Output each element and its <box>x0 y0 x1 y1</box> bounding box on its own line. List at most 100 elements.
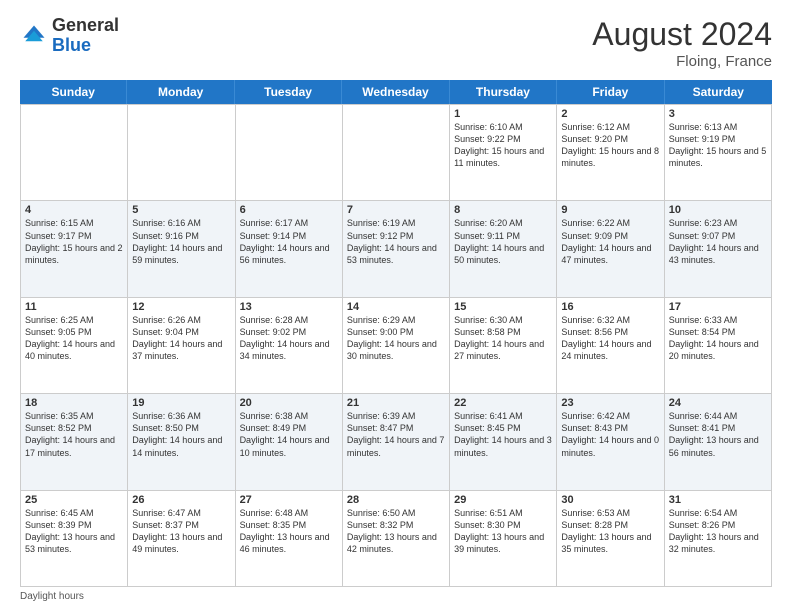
cell-info-text: Sunrise: 6:28 AMSunset: 9:02 PMDaylight:… <box>240 314 338 363</box>
calendar-cell-22: 22Sunrise: 6:41 AMSunset: 8:45 PMDayligh… <box>450 394 557 490</box>
cell-info-text: Sunrise: 6:35 AMSunset: 8:52 PMDaylight:… <box>25 410 123 459</box>
cell-date-number: 26 <box>132 494 230 506</box>
cell-info-text: Sunrise: 6:33 AMSunset: 8:54 PMDaylight:… <box>669 314 767 363</box>
header-day-wednesday: Wednesday <box>342 80 449 104</box>
cell-info-text: Sunrise: 6:26 AMSunset: 9:04 PMDaylight:… <box>132 314 230 363</box>
cell-info-text: Sunrise: 6:42 AMSunset: 8:43 PMDaylight:… <box>561 410 659 459</box>
calendar-cell-empty-0-1 <box>128 105 235 201</box>
calendar-cell-26: 26Sunrise: 6:47 AMSunset: 8:37 PMDayligh… <box>128 491 235 587</box>
page: General Blue August 2024 Floing, France … <box>0 0 792 612</box>
calendar-cell-24: 24Sunrise: 6:44 AMSunset: 8:41 PMDayligh… <box>665 394 772 490</box>
cell-info-text: Sunrise: 6:36 AMSunset: 8:50 PMDaylight:… <box>132 410 230 459</box>
footer-note: Daylight hours <box>20 591 772 602</box>
cell-date-number: 14 <box>347 301 445 313</box>
cell-date-number: 21 <box>347 397 445 409</box>
cell-date-number: 23 <box>561 397 659 409</box>
cell-date-number: 11 <box>25 301 123 313</box>
cell-date-number: 25 <box>25 494 123 506</box>
cell-date-number: 2 <box>561 108 659 120</box>
cell-date-number: 15 <box>454 301 552 313</box>
calendar-body: 1Sunrise: 6:10 AMSunset: 9:22 PMDaylight… <box>20 104 772 587</box>
cell-date-number: 20 <box>240 397 338 409</box>
header-day-sunday: Sunday <box>20 80 127 104</box>
cell-info-text: Sunrise: 6:13 AMSunset: 9:19 PMDaylight:… <box>669 121 767 170</box>
calendar-cell-11: 11Sunrise: 6:25 AMSunset: 9:05 PMDayligh… <box>21 298 128 394</box>
logo-general: General <box>52 15 119 35</box>
calendar-cell-10: 10Sunrise: 6:23 AMSunset: 9:07 PMDayligh… <box>665 201 772 297</box>
header-day-saturday: Saturday <box>665 80 772 104</box>
calendar-header: SundayMondayTuesdayWednesdayThursdayFrid… <box>20 80 772 104</box>
calendar-cell-6: 6Sunrise: 6:17 AMSunset: 9:14 PMDaylight… <box>236 201 343 297</box>
cell-info-text: Sunrise: 6:10 AMSunset: 9:22 PMDaylight:… <box>454 121 552 170</box>
logo-icon <box>20 22 48 50</box>
cell-info-text: Sunrise: 6:32 AMSunset: 8:56 PMDaylight:… <box>561 314 659 363</box>
cell-date-number: 3 <box>669 108 767 120</box>
cell-info-text: Sunrise: 6:17 AMSunset: 9:14 PMDaylight:… <box>240 217 338 266</box>
cell-info-text: Sunrise: 6:44 AMSunset: 8:41 PMDaylight:… <box>669 410 767 459</box>
cell-info-text: Sunrise: 6:22 AMSunset: 9:09 PMDaylight:… <box>561 217 659 266</box>
calendar-cell-27: 27Sunrise: 6:48 AMSunset: 8:35 PMDayligh… <box>236 491 343 587</box>
header-day-thursday: Thursday <box>450 80 557 104</box>
location: Floing, France <box>592 53 772 70</box>
calendar-cell-17: 17Sunrise: 6:33 AMSunset: 8:54 PMDayligh… <box>665 298 772 394</box>
calendar-cell-2: 2Sunrise: 6:12 AMSunset: 9:20 PMDaylight… <box>557 105 664 201</box>
cell-info-text: Sunrise: 6:50 AMSunset: 8:32 PMDaylight:… <box>347 507 445 556</box>
cell-date-number: 27 <box>240 494 338 506</box>
cell-date-number: 6 <box>240 204 338 216</box>
cell-info-text: Sunrise: 6:53 AMSunset: 8:28 PMDaylight:… <box>561 507 659 556</box>
logo-blue: Blue <box>52 35 91 55</box>
calendar-cell-15: 15Sunrise: 6:30 AMSunset: 8:58 PMDayligh… <box>450 298 557 394</box>
calendar-cell-13: 13Sunrise: 6:28 AMSunset: 9:02 PMDayligh… <box>236 298 343 394</box>
calendar-cell-empty-0-3 <box>343 105 450 201</box>
cell-date-number: 18 <box>25 397 123 409</box>
month-year: August 2024 <box>592 16 772 53</box>
logo-text: General Blue <box>52 16 119 56</box>
calendar-cell-25: 25Sunrise: 6:45 AMSunset: 8:39 PMDayligh… <box>21 491 128 587</box>
cell-date-number: 4 <box>25 204 123 216</box>
cell-info-text: Sunrise: 6:41 AMSunset: 8:45 PMDaylight:… <box>454 410 552 459</box>
cell-info-text: Sunrise: 6:15 AMSunset: 9:17 PMDaylight:… <box>25 217 123 266</box>
cell-date-number: 7 <box>347 204 445 216</box>
cell-date-number: 16 <box>561 301 659 313</box>
calendar-row-2: 4Sunrise: 6:15 AMSunset: 9:17 PMDaylight… <box>21 201 772 297</box>
calendar-cell-20: 20Sunrise: 6:38 AMSunset: 8:49 PMDayligh… <box>236 394 343 490</box>
calendar-cell-31: 31Sunrise: 6:54 AMSunset: 8:26 PMDayligh… <box>665 491 772 587</box>
calendar-row-4: 18Sunrise: 6:35 AMSunset: 8:52 PMDayligh… <box>21 394 772 490</box>
cell-info-text: Sunrise: 6:12 AMSunset: 9:20 PMDaylight:… <box>561 121 659 170</box>
cell-info-text: Sunrise: 6:47 AMSunset: 8:37 PMDaylight:… <box>132 507 230 556</box>
cell-info-text: Sunrise: 6:23 AMSunset: 9:07 PMDaylight:… <box>669 217 767 266</box>
calendar-cell-30: 30Sunrise: 6:53 AMSunset: 8:28 PMDayligh… <box>557 491 664 587</box>
calendar-cell-12: 12Sunrise: 6:26 AMSunset: 9:04 PMDayligh… <box>128 298 235 394</box>
header-day-tuesday: Tuesday <box>235 80 342 104</box>
calendar-cell-18: 18Sunrise: 6:35 AMSunset: 8:52 PMDayligh… <box>21 394 128 490</box>
cell-date-number: 31 <box>669 494 767 506</box>
calendar-cell-7: 7Sunrise: 6:19 AMSunset: 9:12 PMDaylight… <box>343 201 450 297</box>
cell-info-text: Sunrise: 6:48 AMSunset: 8:35 PMDaylight:… <box>240 507 338 556</box>
cell-date-number: 8 <box>454 204 552 216</box>
calendar-cell-3: 3Sunrise: 6:13 AMSunset: 9:19 PMDaylight… <box>665 105 772 201</box>
logo: General Blue <box>20 16 119 56</box>
cell-date-number: 29 <box>454 494 552 506</box>
header-day-friday: Friday <box>557 80 664 104</box>
calendar-cell-16: 16Sunrise: 6:32 AMSunset: 8:56 PMDayligh… <box>557 298 664 394</box>
calendar-row-5: 25Sunrise: 6:45 AMSunset: 8:39 PMDayligh… <box>21 491 772 587</box>
cell-info-text: Sunrise: 6:19 AMSunset: 9:12 PMDaylight:… <box>347 217 445 266</box>
calendar: SundayMondayTuesdayWednesdayThursdayFrid… <box>20 80 772 587</box>
cell-info-text: Sunrise: 6:51 AMSunset: 8:30 PMDaylight:… <box>454 507 552 556</box>
calendar-cell-empty-0-2 <box>236 105 343 201</box>
cell-date-number: 1 <box>454 108 552 120</box>
cell-date-number: 22 <box>454 397 552 409</box>
cell-info-text: Sunrise: 6:25 AMSunset: 9:05 PMDaylight:… <box>25 314 123 363</box>
cell-info-text: Sunrise: 6:16 AMSunset: 9:16 PMDaylight:… <box>132 217 230 266</box>
calendar-row-3: 11Sunrise: 6:25 AMSunset: 9:05 PMDayligh… <box>21 298 772 394</box>
cell-date-number: 19 <box>132 397 230 409</box>
cell-info-text: Sunrise: 6:20 AMSunset: 9:11 PMDaylight:… <box>454 217 552 266</box>
daylight-label: Daylight hours <box>20 591 84 602</box>
calendar-row-1: 1Sunrise: 6:10 AMSunset: 9:22 PMDaylight… <box>21 105 772 201</box>
cell-info-text: Sunrise: 6:29 AMSunset: 9:00 PMDaylight:… <box>347 314 445 363</box>
calendar-cell-21: 21Sunrise: 6:39 AMSunset: 8:47 PMDayligh… <box>343 394 450 490</box>
calendar-cell-14: 14Sunrise: 6:29 AMSunset: 9:00 PMDayligh… <box>343 298 450 394</box>
cell-date-number: 5 <box>132 204 230 216</box>
calendar-cell-empty-0-0 <box>21 105 128 201</box>
calendar-cell-5: 5Sunrise: 6:16 AMSunset: 9:16 PMDaylight… <box>128 201 235 297</box>
